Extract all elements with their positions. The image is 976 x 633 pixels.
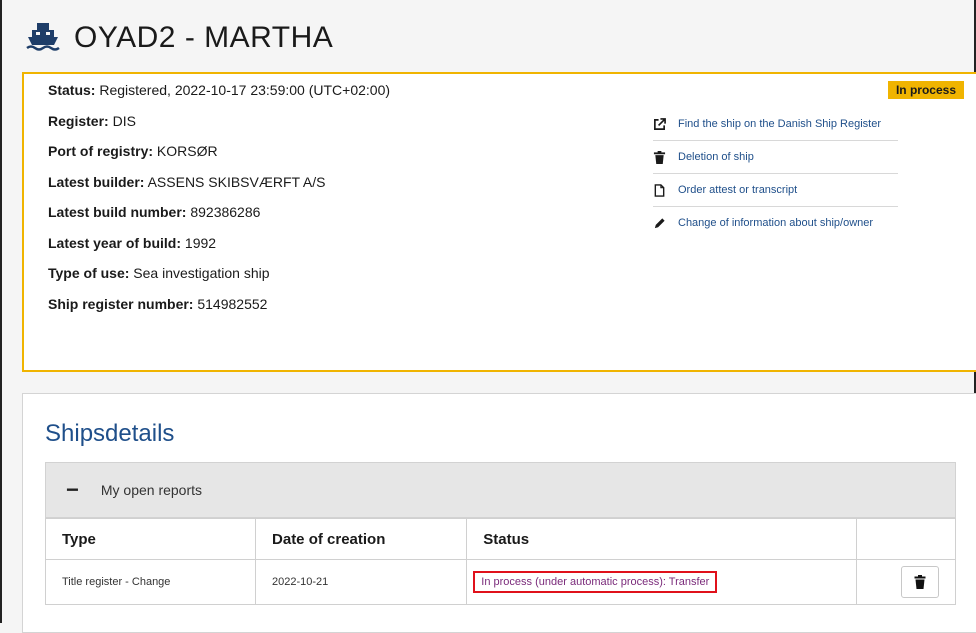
- prop-port: Port of registry: KORSØR: [48, 143, 390, 159]
- prop-value: 892386286: [186, 204, 261, 220]
- prop-label: Port of registry:: [48, 143, 154, 159]
- prop-type-of-use: Type of use: Sea investigation ship: [48, 265, 390, 281]
- prop-value: Sea investigation ship: [129, 265, 270, 281]
- section-title: Shipsdetails: [45, 420, 175, 447]
- change-information-link[interactable]: Change of information about ship/owner: [653, 207, 898, 239]
- deletion-of-ship-link[interactable]: Deletion of ship: [653, 141, 898, 174]
- ship-actions: Find the ship on the Danish Ship Registe…: [653, 108, 898, 239]
- prop-register-number: Ship register number: 514982552: [48, 296, 390, 312]
- prop-label: Latest builder:: [48, 173, 145, 190]
- prop-label: Latest build number:: [48, 204, 187, 220]
- prop-value: Registered, 2022-10-17 23:59:00 (UTC+02:…: [95, 82, 391, 98]
- trash-icon: [914, 575, 926, 589]
- window-border-left: [0, 0, 2, 623]
- pencil-icon: [654, 217, 665, 228]
- report-status-link[interactable]: In process (under automatic process): Tr…: [473, 571, 718, 593]
- open-reports-accordion-toggle[interactable]: − My open reports: [45, 462, 956, 518]
- cell-date: 2022-10-21: [255, 559, 468, 605]
- prop-register: Register: DIS: [48, 113, 390, 129]
- trash-icon: [653, 150, 666, 164]
- order-attest-link[interactable]: Order attest or transcript: [653, 174, 898, 207]
- collapse-icon: −: [66, 477, 79, 502]
- column-header-date: Date of creation: [255, 518, 468, 560]
- delete-report-button[interactable]: [900, 566, 939, 598]
- column-header-status: Status: [466, 518, 857, 560]
- table-header-row: Type Date of creation Status: [44, 518, 957, 560]
- action-label: Order attest or transcript: [678, 184, 798, 196]
- status-badge: In process: [887, 81, 964, 99]
- prop-build-year: Latest year of build: 1992: [48, 235, 390, 251]
- prop-label: Latest year of build:: [48, 234, 182, 251]
- action-label: Deletion of ship: [678, 151, 754, 163]
- prop-builder: Latest builder: ASSENS SKIBSVÆRFT A/S: [48, 174, 390, 190]
- ship-icon: [26, 21, 60, 56]
- prop-value: 1992: [181, 234, 217, 251]
- prop-label: Ship register number:: [48, 295, 194, 312]
- cell-status: In process (under automatic process): Tr…: [466, 559, 857, 605]
- prop-label: Type of use:: [48, 265, 130, 281]
- page-header: OYAD2 - MARTHA: [26, 18, 333, 58]
- page-title: OYAD2 - MARTHA: [74, 21, 334, 54]
- action-label: Find the ship on the Danish Ship Registe…: [678, 118, 882, 130]
- find-ship-link[interactable]: Find the ship on the Danish Ship Registe…: [653, 108, 898, 141]
- cell-type: Title register - Change: [44, 559, 257, 605]
- action-label: Change of information about ship/owner: [678, 217, 874, 229]
- column-header-actions: [855, 518, 957, 560]
- external-link-icon: [654, 117, 666, 130]
- table-row: Title register - Change 2022-10-21 In pr…: [44, 559, 957, 605]
- document-icon: [654, 183, 665, 197]
- prop-label: Register:: [48, 112, 109, 129]
- prop-value: DIS: [108, 112, 136, 129]
- prop-value: 514982552: [193, 295, 268, 312]
- column-header-type: Type: [44, 518, 257, 560]
- prop-value: KORSØR: [153, 143, 218, 159]
- cell-actions: [855, 559, 957, 605]
- prop-label: Status:: [48, 82, 96, 98]
- prop-value: ASSENS SKIBSVÆRFT A/S: [144, 173, 326, 190]
- ship-info-card: In process Status: Registered, 2022-10-1…: [22, 72, 976, 372]
- ship-details-card: Shipsdetails − My open reports Type Date…: [22, 393, 976, 633]
- ship-properties: Status: Registered, 2022-10-17 23:59:00 …: [48, 80, 390, 326]
- prop-build-number: Latest build number: 892386286: [48, 204, 390, 220]
- prop-status: Status: Registered, 2022-10-17 23:59:00 …: [48, 82, 390, 98]
- accordion-label: My open reports: [100, 482, 203, 498]
- open-reports-table: Type Date of creation Status Title regis…: [44, 518, 957, 605]
